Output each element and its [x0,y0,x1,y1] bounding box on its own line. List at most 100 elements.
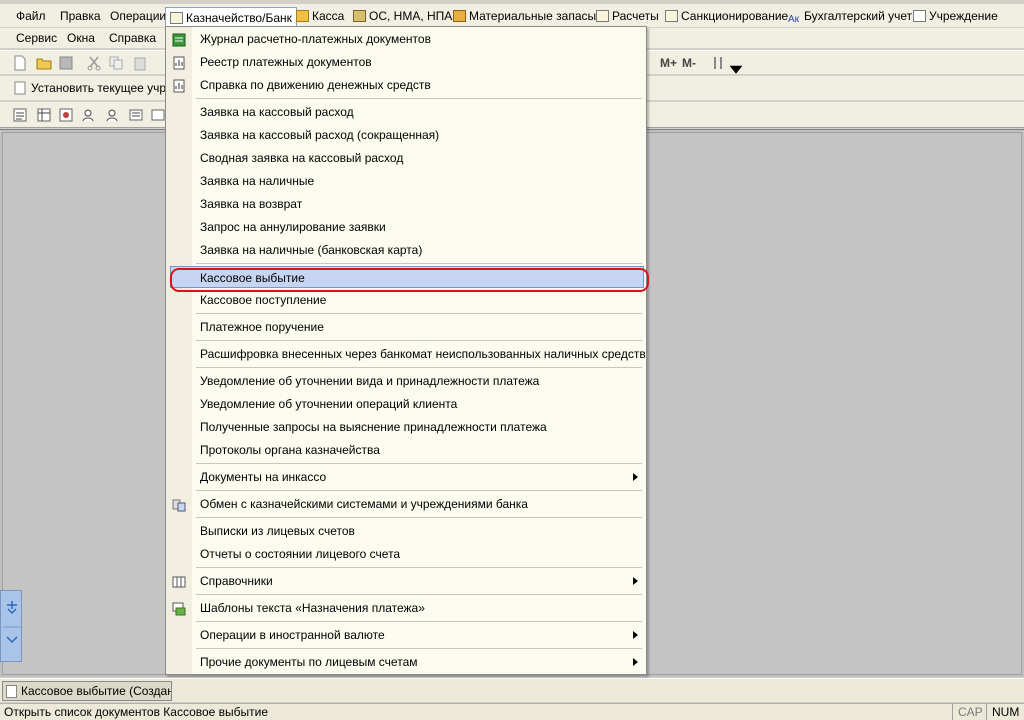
menu-windows-label: Окна [67,31,95,45]
menu-item-label: Заявка на возврат [200,197,303,211]
num-indicator: NUM [986,704,1024,720]
cut-icon[interactable] [86,55,102,71]
menu-item-collection-documents[interactable]: Документы на инкассо [166,466,646,488]
menu-item-payment-register[interactable]: Реестр платежных документов [166,51,646,73]
open-folder-icon[interactable] [36,55,52,71]
menu-edit[interactable]: Правка [56,4,105,28]
menu-item-cancel-request[interactable]: Запрос на аннулирование заявки [166,216,646,238]
settlements-icon [596,10,609,22]
menu-settlements[interactable]: Расчеты [592,4,663,28]
menu-cash[interactable]: Касса [292,4,348,28]
menu-separator [196,313,642,314]
document-list-icon[interactable] [128,107,144,123]
menu-windows[interactable]: Окна [63,28,99,48]
cash-icon [296,10,309,22]
menu-item-payment-purpose-templates[interactable]: Шаблоны текста «Назначения платежа» [166,597,646,619]
treasury-icon [170,12,183,24]
refresh-report-icon[interactable] [58,107,74,123]
tools-icon[interactable] [710,55,726,71]
menu-separator [196,594,642,595]
menu-item-payment-clarification-notice[interactable]: Уведомление об уточнении вида и принадле… [166,370,646,392]
menu-separator [196,463,642,464]
menu-separator [196,621,642,622]
menu-item-label: Документы на инкассо [200,470,327,484]
menu-item-cash-expense-request[interactable]: Заявка на кассовый расход [166,101,646,123]
menu-accounting[interactable]: Aк Бухгалтерский учет [784,4,916,28]
taskbar-window-button[interactable]: Кассовое выбытие (Создан... [2,681,172,701]
menu-item-refund-request[interactable]: Заявка на возврат [166,193,646,215]
menu-item-label: Полученные запросы на выяснение принадле… [200,420,547,434]
menu-item-label: Платежное поручение [200,320,324,334]
directory-icon [172,574,186,588]
menu-item-cash-expense-request-short[interactable]: Заявка на кассовый расход (сокращенная) [166,124,646,146]
save-icon[interactable] [58,55,74,71]
templates-icon [172,601,186,616]
menu-item-directories[interactable]: Справочники [166,570,646,592]
menu-item-label: Заявка на кассовый расход (сокращенная) [200,128,440,142]
register-icon [172,55,186,70]
menu-item-atm-decoding[interactable]: Расшифровка внесенных через банкомат неи… [166,343,646,365]
menu-item-label: Справочники [200,574,273,588]
menu-item-treasury-protocols[interactable]: Протоколы органа казначейства [166,439,646,461]
submenu-arrow-icon [633,658,638,666]
menu-item-label: Уведомление об уточнении операций клиент… [200,397,458,411]
menu-sanctioning[interactable]: Санкционирование [661,4,792,28]
menu-item-cash-flow-reference[interactable]: Справка по движению денежных средств [166,74,646,96]
report-icon[interactable] [12,107,28,123]
menu-item-label: Прочие документы по лицевым счетам [200,655,418,669]
menu-item-client-operations-notice[interactable]: Уведомление об уточнении операций клиент… [166,393,646,415]
menu-item-cash-receipt[interactable]: Кассовое поступление [166,289,646,311]
menu-separator [196,648,642,649]
memory-minus-button[interactable]: M- [678,53,700,73]
menu-item-label: Сводная заявка на кассовый расход [200,151,404,165]
menu-item-label: Заявка на наличные (банковская карта) [200,243,423,257]
user-card-icon[interactable] [104,107,120,123]
menu-item-label: Выписки из лицевых счетов [200,524,355,538]
menu-item-label: Операции в иностранной валюте [200,628,385,642]
menu-item-label: Журнал расчетно-платежных документов [200,32,431,46]
document-icon [6,685,17,698]
toolbar-dropdown-arrow-icon[interactable] [728,61,743,74]
menu-item-received-requests[interactable]: Полученные запросы на выяснение принадле… [166,416,646,438]
left-side-panel[interactable] [0,590,22,662]
menu-help[interactable]: Справка [105,28,160,48]
table-report-icon[interactable] [36,107,52,123]
menu-item-account-statements[interactable]: Выписки из лицевых счетов [166,520,646,542]
menu-item-label: Обмен с казначейскими системами и учрежд… [200,497,528,511]
menu-separator [196,567,642,568]
treasury-bank-dropdown: Журнал расчетно-платежных документов Рее… [165,26,647,675]
menu-service[interactable]: Сервис [12,28,61,48]
menu-item-journal[interactable]: Журнал расчетно-платежных документов [166,28,646,50]
panel-arrows-icon [3,601,21,644]
menu-operations[interactable]: Операции [106,4,170,28]
journal-icon [172,32,186,47]
menu-item-cash-request[interactable]: Заявка на наличные [166,170,646,192]
users-icon[interactable] [82,107,98,123]
paste-icon[interactable] [132,55,148,71]
boxes-icon [453,10,466,22]
menu-institution[interactable]: Учреждение [909,4,1002,28]
menu-item-cash-request-bank-card[interactable]: Заявка на наличные (банковская карта) [166,239,646,261]
menu-item-label: Протоколы органа казначейства [200,443,380,457]
menu-fixed-assets-label: ОС, НМА, НПА [369,9,453,23]
menu-material-stocks-label: Материальные запасы [469,9,597,23]
menu-item-treasury-exchange[interactable]: Обмен с казначейскими системами и учрежд… [166,493,646,515]
menu-file[interactable]: Файл [12,4,50,28]
menu-item-other-account-documents[interactable]: Прочие документы по лицевым счетам [166,651,646,673]
menu-item-payment-order[interactable]: Платежное поручение [166,316,646,338]
menu-separator [196,367,642,368]
submenu-arrow-icon [633,577,638,585]
new-document-icon[interactable] [12,55,28,71]
menu-fixed-assets[interactable]: ОС, НМА, НПА [349,4,456,28]
document-list-2-icon[interactable] [150,107,166,123]
menu-treasury-label: Казначейство/Банк [186,11,292,25]
menu-separator [196,340,642,341]
menu-item-foreign-currency-operations[interactable]: Операции в иностранной валюте [166,624,646,646]
report-icon [172,78,186,93]
menu-material-stocks[interactable]: Материальные запасы [449,4,600,28]
window-taskbar: Кассовое выбытие (Создан... [0,678,1024,702]
menu-item-summary-cash-expense-request[interactable]: Сводная заявка на кассовый расход [166,147,646,169]
copy-icon[interactable] [108,55,124,71]
menu-item-account-state-reports[interactable]: Отчеты о состоянии лицевого счета [166,543,646,565]
menu-settlements-label: Расчеты [612,9,659,23]
